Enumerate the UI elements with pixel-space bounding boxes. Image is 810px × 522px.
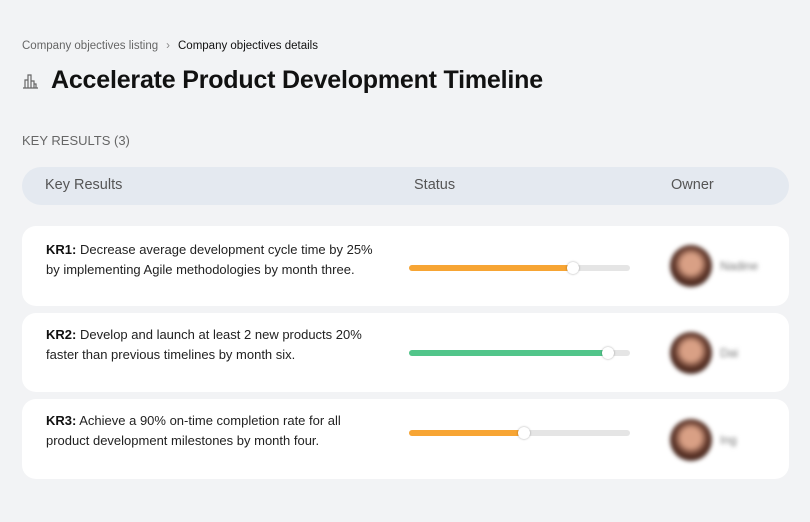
header-status: Status — [414, 177, 456, 193]
key-result-text: KR2: Develop and launch at least 2 new p… — [46, 327, 362, 362]
owner-name: Nadine — [720, 259, 759, 273]
avatar — [670, 245, 712, 287]
table-row[interactable]: KR1: Decrease average development cycle … — [22, 226, 789, 306]
progress-bar — [409, 347, 630, 359]
progress-bar — [409, 427, 630, 439]
avatar — [670, 419, 712, 461]
breadcrumb-separator: › — [166, 40, 170, 52]
progress-bar — [409, 262, 630, 274]
key-result-text: KR1: Decrease average development cycle … — [46, 242, 373, 277]
owner-name: Ing — [720, 433, 737, 447]
owner: Dai — [670, 332, 738, 374]
section-label: KEY RESULTS (3) — [22, 133, 130, 148]
progress-handle — [517, 427, 530, 439]
progress-fill — [409, 265, 573, 271]
progress-handle — [601, 347, 614, 359]
table-row[interactable]: KR2: Develop and launch at least 2 new p… — [22, 313, 789, 392]
progress-handle — [566, 262, 579, 274]
table-header: Key Results Status Owner — [22, 167, 789, 205]
owner: Ing — [670, 419, 737, 461]
breadcrumb: Company objectives listing › Company obj… — [22, 40, 318, 52]
breadcrumb-parent-link[interactable]: Company objectives listing — [22, 40, 158, 52]
progress-fill — [409, 350, 608, 356]
owner-name: Dai — [720, 346, 739, 360]
progress-fill — [409, 430, 524, 436]
owner: Nadine — [670, 245, 758, 287]
header-key-results: Key Results — [45, 177, 123, 193]
table-row[interactable]: KR3: Achieve a 90% on-time completion ra… — [22, 399, 789, 479]
breadcrumb-current: Company objectives details — [178, 40, 318, 52]
page-title: Accelerate Product Development Timeline — [51, 66, 543, 94]
avatar — [670, 332, 712, 374]
buildings-icon — [23, 74, 38, 89]
page-header: Accelerate Product Development Timeline — [22, 66, 543, 95]
key-result-text: KR3: Achieve a 90% on-time completion ra… — [46, 413, 341, 448]
header-owner: Owner — [671, 177, 714, 193]
